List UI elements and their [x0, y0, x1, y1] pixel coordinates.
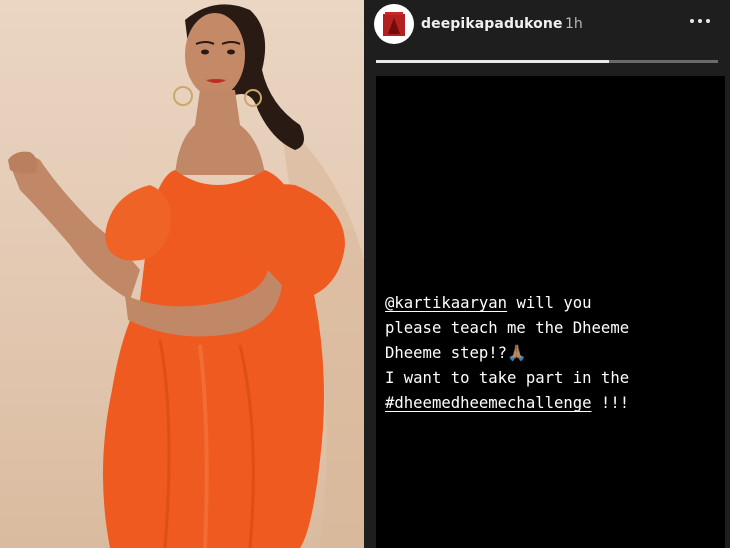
hashtag-link[interactable]: #dheemedheemechallenge — [385, 394, 592, 412]
story-progress-fill — [376, 60, 609, 63]
story-username[interactable]: deepikapadukone — [421, 16, 563, 32]
mention-link[interactable]: @kartikaaryan — [385, 294, 507, 312]
caption-tail: !!! — [591, 394, 630, 412]
story-photo — [0, 0, 364, 548]
story-header: deepikapadukone 1h — [364, 0, 730, 60]
story-card[interactable]: @kartikaaryan will you please teach me t… — [376, 76, 725, 548]
profile-avatar[interactable] — [376, 6, 412, 42]
more-dot — [698, 19, 702, 23]
story-viewer: deepikapadukone 1h @kartikaaryan will yo… — [364, 0, 730, 548]
woman-in-orange-dress-image — [8, 4, 364, 548]
story-progress-bar — [376, 60, 718, 63]
avatar-icon — [376, 6, 412, 42]
story-timestamp: 1h — [565, 16, 583, 32]
story-caption: @kartikaaryan will you please teach me t… — [385, 291, 721, 416]
more-options-icon[interactable] — [686, 15, 714, 27]
more-dot — [706, 19, 710, 23]
more-dot — [690, 19, 694, 23]
